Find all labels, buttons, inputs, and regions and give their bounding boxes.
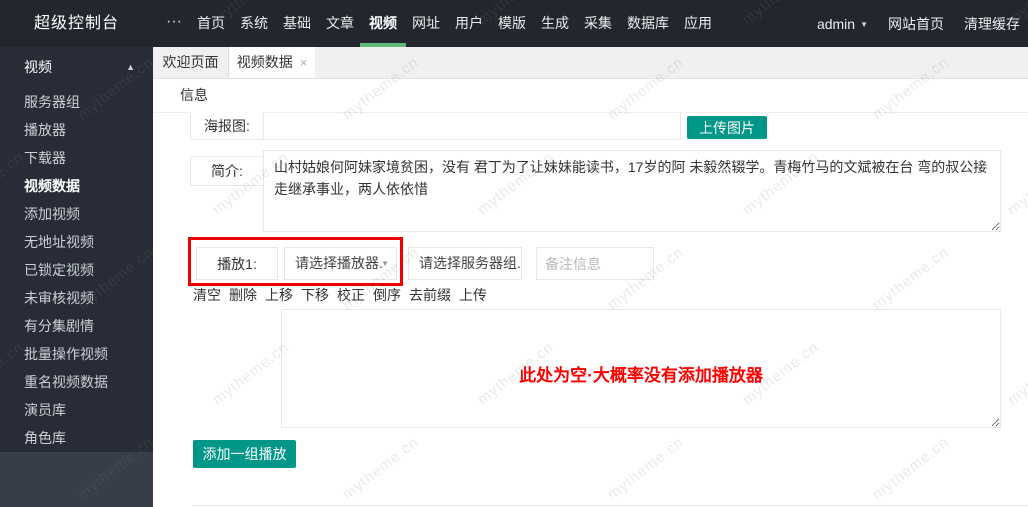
action-move-down[interactable]: 下移 — [301, 285, 329, 303]
close-icon[interactable]: × — [300, 55, 308, 70]
clear-cache-link[interactable]: 清理缓存 — [964, 14, 1020, 34]
sidebar-item-unreviewed-video[interactable]: 未审核视频 — [0, 284, 153, 312]
poster-input[interactable] — [263, 112, 681, 140]
sidebar-item-batch-operate[interactable]: 批量操作视频 — [0, 340, 153, 368]
chevron-up-icon: ▲ — [126, 47, 135, 88]
nav-item-basic[interactable]: 基础 — [283, 0, 311, 47]
nav-item-database[interactable]: 数据库 — [627, 0, 669, 47]
section-divider — [193, 505, 1028, 506]
sidebar-item-server-group[interactable]: 服务器组 — [0, 88, 153, 116]
sidebar-item-downloader[interactable]: 下载器 — [0, 144, 153, 172]
action-reverse[interactable]: 倒序 — [373, 285, 401, 303]
tab-welcome-page[interactable]: 欢迎页面 — [153, 47, 229, 78]
sidebar-item-role-library[interactable]: 角色库 — [0, 424, 153, 452]
tab-video-data-label: 视频数据 — [237, 54, 293, 70]
select-caret-icon: ▼ — [506, 248, 514, 279]
action-move-up[interactable]: 上移 — [265, 285, 293, 303]
top-nav-menu: 首页 系统 基础 文章 视频 网址 用户 模版 生成 采集 数据库 应用 — [197, 0, 712, 47]
nav-item-home[interactable]: 首页 — [197, 0, 225, 47]
nav-item-user[interactable]: 用户 — [455, 0, 483, 47]
intro-label: 简介: — [190, 156, 264, 186]
play1-label: 播放1: — [196, 247, 278, 280]
nav-item-video-label: 视频 — [369, 15, 397, 31]
watermark-text: mytheme.cn — [869, 434, 952, 504]
sidebar-item-duplicate-video[interactable]: 重名视频数据 — [0, 368, 153, 396]
player-select[interactable]: 请选择播放器. ▼ — [284, 247, 397, 280]
action-clear[interactable]: 清空 — [193, 285, 221, 303]
add-play-group-button[interactable]: 添加一组播放 — [193, 440, 296, 468]
sidebar-group-label: 视频 — [24, 59, 52, 75]
app-window: 超级控制台 ··· 首页 系统 基础 文章 视频 网址 用户 模版 生成 采集 … — [0, 0, 1028, 507]
watermark-text: mytheme.cn — [339, 434, 422, 504]
sidebar-footer-area — [0, 452, 153, 507]
sidebar-item-player[interactable]: 播放器 — [0, 116, 153, 144]
navbar-right-group: admin ▼ 网站首页 清理缓存 — [817, 0, 1020, 47]
intro-textarea[interactable]: 山村姑娘何阿妹家境贫困，没有 君丁为了让妹妹能读书，17岁的阿 未毅然辍学。青梅… — [263, 150, 1001, 232]
watermark-text: mytheme.cn — [869, 244, 952, 314]
nav-item-system[interactable]: 系统 — [240, 0, 268, 47]
action-upload[interactable]: 上传 — [459, 285, 487, 303]
playlist-textarea[interactable] — [281, 309, 1001, 428]
top-navbar: 超级控制台 ··· 首页 系统 基础 文章 视频 网址 用户 模版 生成 采集 … — [0, 0, 1028, 47]
sidebar-item-video-data[interactable]: 视频数据 — [0, 172, 153, 200]
nav-item-generate[interactable]: 生成 — [541, 0, 569, 47]
caret-down-icon: ▼ — [860, 20, 868, 29]
sidebar-item-episode-plot[interactable]: 有分集剧情 — [0, 312, 153, 340]
note-input[interactable] — [536, 247, 654, 280]
app-title: 超级控制台 — [34, 0, 119, 47]
select-caret-icon: ▼ — [381, 248, 389, 279]
tab-bar: 欢迎页面 视频数据 × — [153, 47, 1028, 79]
sidebar: 视频 ▲ 服务器组 播放器 下载器 视频数据 添加视频 无地址视频 已锁定视频 … — [0, 47, 153, 452]
nav-item-video[interactable]: 视频 — [369, 0, 397, 47]
playlist-action-links: 清空 删除 上移 下移 校正 倒序 去前缀 上传 — [193, 285, 487, 303]
action-remove-prefix[interactable]: 去前缀 — [409, 285, 451, 303]
nav-item-article[interactable]: 文章 — [326, 0, 354, 47]
action-correct[interactable]: 校正 — [337, 285, 365, 303]
watermark-text: mytheme.cn — [604, 434, 687, 504]
watermark-text: mytheme.cn — [1004, 339, 1028, 409]
nav-item-collect[interactable]: 采集 — [584, 0, 612, 47]
tab-video-data[interactable]: 视频数据 × — [229, 47, 315, 78]
poster-label: 海报图: — [190, 112, 264, 140]
watermark-text: mytheme.cn — [1004, 149, 1028, 219]
info-panel-header: 信息 — [153, 79, 1028, 113]
action-delete[interactable]: 删除 — [229, 285, 257, 303]
sidebar-item-no-address-video[interactable]: 无地址视频 — [0, 228, 153, 256]
user-menu[interactable]: admin ▼ — [817, 16, 868, 32]
sidebar-item-actor-library[interactable]: 演员库 — [0, 396, 153, 424]
info-panel-title: 信息 — [180, 79, 208, 112]
upload-image-button[interactable]: 上传图片 — [687, 116, 767, 139]
nav-item-website[interactable]: 网址 — [412, 0, 440, 47]
site-home-link[interactable]: 网站首页 — [888, 14, 944, 34]
nav-item-template[interactable]: 模版 — [498, 0, 526, 47]
nav-item-app[interactable]: 应用 — [684, 0, 712, 47]
sidebar-group-video[interactable]: 视频 ▲ — [0, 47, 153, 88]
server-group-select[interactable]: 请选择服务器组. ▼ — [408, 247, 522, 280]
nav-more-icon[interactable]: ··· — [166, 0, 182, 44]
username: admin — [817, 16, 855, 32]
sidebar-item-add-video[interactable]: 添加视频 — [0, 200, 153, 228]
player-select-value: 请选择播放器. — [295, 255, 383, 271]
sidebar-item-locked-video[interactable]: 已锁定视频 — [0, 256, 153, 284]
watermark-text: mytheme.cn — [209, 339, 292, 409]
